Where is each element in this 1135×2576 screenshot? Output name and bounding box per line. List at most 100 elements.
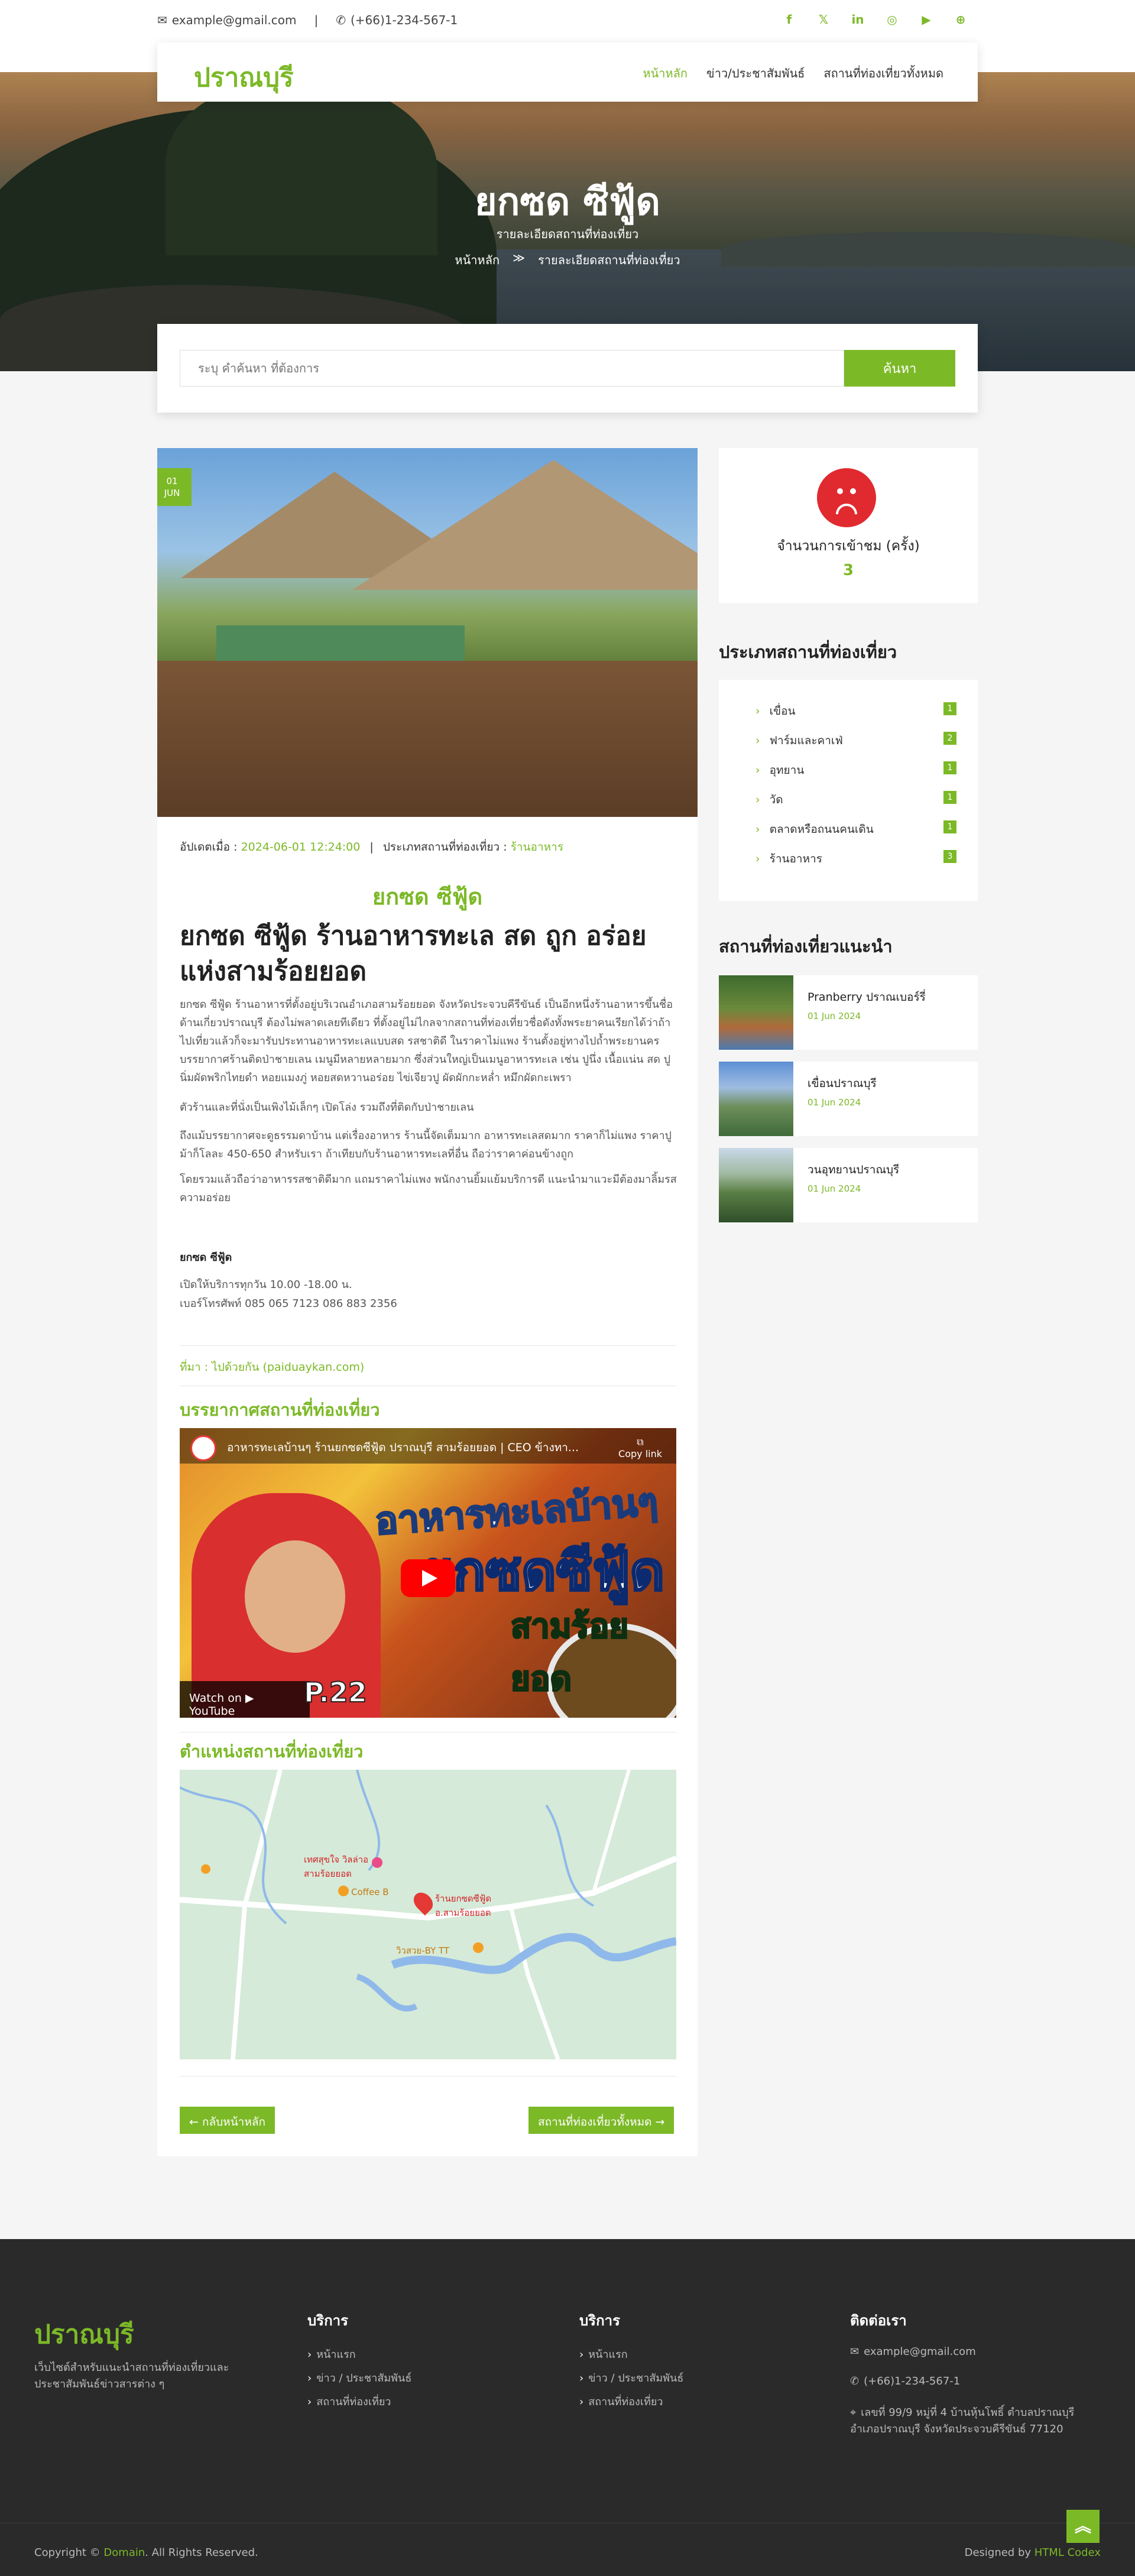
top-email[interactable]: example@gmail.com	[172, 13, 297, 27]
recommended-thumbnail	[719, 975, 793, 1050]
site-logo[interactable]: ปราณบุรี	[194, 57, 294, 98]
type-item[interactable]: › ตลาดหรือถนนคนเดิน 1	[755, 820, 956, 838]
recommended-title: สถานที่ท่องเที่ยวแนะนำ	[719, 936, 893, 956]
search-input[interactable]	[180, 350, 844, 387]
video-section-title: บรรยากาศสถานที่ท่องเที่ยว	[180, 1400, 380, 1420]
map-section-title: ตำแหน่งสถานที่ท่องเที่ยว	[180, 1741, 364, 1761]
footer-link-label: หน้าแรก	[588, 2348, 628, 2361]
x-icon[interactable]: 𝕏	[815, 11, 832, 28]
nav-home[interactable]: หน้าหลัก	[643, 64, 688, 83]
type-count: 1	[943, 702, 956, 715]
sad-face-eye	[850, 488, 856, 494]
type-item[interactable]: › ฟาร์มและคาเฟ่ 2	[755, 732, 956, 750]
recommended-item[interactable]: เขื่อนปราณบุรี 01 Jun 2024	[719, 1062, 978, 1136]
type-item[interactable]: › เขื่อน 1	[755, 702, 956, 720]
double-chevron-up-icon: ︽	[1074, 2516, 1091, 2536]
type-count: 2	[943, 732, 956, 745]
linkedin-icon[interactable]: in	[849, 11, 867, 28]
food-marker-icon[interactable]	[201, 1864, 210, 1874]
footer-col2-title: บริการ	[579, 2312, 621, 2329]
type-item[interactable]: › วัด 1	[755, 791, 956, 809]
type-count: 1	[943, 791, 956, 804]
breadcrumb-current: รายละเอียดสถานที่ท่องเที่ยว	[538, 253, 680, 267]
instagram-icon[interactable]: ◎	[883, 11, 901, 28]
chevron-right-icon: ›	[307, 2396, 312, 2408]
search-button[interactable]: ค้นหา	[844, 350, 955, 387]
category-value[interactable]: ร้านอาหาร	[511, 841, 563, 854]
youtube-icon[interactable]: ▶	[917, 11, 935, 28]
video-headline-3: สามร้อยยอด	[510, 1607, 630, 1699]
facebook-icon[interactable]: f	[780, 11, 798, 28]
site-footer: ปราณบุรี เว็บไซต์สำหรับแนะนำสถานที่ท่องเ…	[0, 2239, 1135, 2576]
sad-face-eye	[837, 488, 843, 494]
designer-link[interactable]: HTML Codex	[1035, 2546, 1101, 2559]
footer-address-text: เลขที่ 99/9 หมู่ที่ 4 บ้านหุ้นโพธิ์ ตำบล…	[850, 2406, 1075, 2435]
copyright-domain[interactable]: Domain	[103, 2546, 145, 2559]
chevron-right-icon: ›	[755, 734, 760, 747]
nav-news[interactable]: ข่าว/ประชาสัมพันธ์	[706, 64, 805, 83]
footer-link[interactable]: › หน้าแรก	[579, 2345, 628, 2363]
top-phone[interactable]: (+66)1-234-567-1	[351, 13, 458, 27]
viewpoint-marker-icon[interactable]	[473, 1942, 484, 1953]
video-ep-label: P.22	[303, 1676, 368, 1709]
recommended-item[interactable]: Pranberry ปราณเบอร์รี่ 01 Jun 2024	[719, 975, 978, 1050]
recommended-thumbnail	[719, 1062, 793, 1136]
article-card: 01 JUN อัปเดตเมื่อ : 2024-06-01 12:24:00…	[157, 448, 698, 2156]
play-button[interactable]	[401, 1559, 455, 1597]
map-label-shop: ร้านยกซดซีฟู้ด อ.สามร้อยยอด	[435, 1893, 492, 1918]
copyright: Copyright © Domain. All Rights Reserved.	[34, 2546, 258, 2559]
youtube-embed[interactable]: อาหารทะเลบ้านๆ ยกซดซีฟู้ด สามร้อยยอด อาห…	[180, 1428, 676, 1718]
footer-email[interactable]: ✉ example@gmail.com	[850, 2345, 976, 2358]
recommended-title-text: เขื่อนปราณบุรี	[808, 1077, 877, 1090]
chevron-right-icon: ›	[579, 2396, 584, 2408]
footer-logo[interactable]: ปราณบุรี	[34, 2314, 134, 2355]
footer-link-label: ข่าว / ประชาสัมพันธ์	[316, 2372, 412, 2384]
footer-phone[interactable]: ✆ (+66)1-234-567-1	[850, 2375, 960, 2387]
page-subtitle: รายละเอียดสถานที่ท่องเที่ยว	[496, 227, 639, 241]
location-map[interactable]: เทศสุขใจ วิลล่าอ สามร้อยยอด Coffee B ร้า…	[180, 1770, 676, 2059]
footer-link[interactable]: › ข่าว / ประชาสัมพันธ์	[579, 2369, 683, 2386]
recommended-title-text: วนอุทยานปราณบุรี	[808, 1163, 900, 1176]
type-count: 1	[943, 761, 956, 774]
map-label-villa: เทศสุขใจ วิลล่าอ สามร้อยยอด	[304, 1854, 369, 1879]
footer-link[interactable]: › หน้าแรก	[307, 2345, 356, 2363]
globe-icon[interactable]: ⊕	[952, 11, 969, 28]
channel-avatar[interactable]	[190, 1435, 216, 1461]
email-icon: ✉	[850, 2345, 860, 2358]
chevron-right-icon: ›	[307, 2372, 312, 2384]
chevron-right-icon: ›	[755, 705, 760, 718]
footer-description: เว็บไซต์สำหรับแนะนำสถานที่ท่องเที่ยวและป…	[34, 2361, 229, 2390]
designed-by: Designed by HTML Codex	[965, 2546, 1101, 2559]
page-title: ยกซด ซีฟู้ด	[475, 180, 660, 224]
all-attractions-button[interactable]: สถานที่ท่องเที่ยวทั้งหมด →	[528, 2107, 674, 2134]
phone-icon: ✆	[336, 13, 346, 27]
search-panel: ค้นหา	[157, 324, 978, 413]
footer-link[interactable]: › สถานที่ท่องเที่ยว	[579, 2393, 663, 2410]
divider	[180, 1345, 676, 1346]
footer-link-label: สถานที่ท่องเที่ยว	[316, 2396, 391, 2408]
cafe-marker-icon[interactable]	[338, 1886, 349, 1896]
social-links: f 𝕏 in ◎ ▶ ⊕	[780, 11, 969, 28]
date-day: 01	[166, 476, 178, 486]
phone-icon: ✆	[850, 2375, 860, 2387]
type-item[interactable]: › อุทยาน 1	[755, 761, 956, 779]
video-title[interactable]: อาหารทะเลบ้านๆ ร้านยกซดซีฟู้ด ปราณบุรี ส…	[227, 1439, 579, 1456]
article-paragraph-4: โดยรวมแล้วถือว่าอาหารรสชาติดีมาก แถมราคา…	[180, 1173, 677, 1204]
back-home-button[interactable]: ← กลับหน้าหลัก	[180, 2107, 275, 2134]
recommended-item[interactable]: วนอุทยานปราณบุรี 01 Jun 2024	[719, 1148, 978, 1222]
watch-on-youtube[interactable]: Watch on ▶ YouTube	[180, 1681, 310, 1718]
article-source[interactable]: ที่มา : ไปด้วยกัน (paiduaykan.com)	[180, 1358, 364, 1376]
footer-link-label: ข่าว / ประชาสัมพันธ์	[588, 2372, 684, 2384]
designed-prefix: Designed by	[964, 2546, 1032, 2559]
breadcrumb-home[interactable]: หน้าหลัก	[455, 251, 500, 270]
back-to-top-button[interactable]: ︽	[1066, 2510, 1100, 2543]
copy-icon: ⧉	[637, 1436, 644, 1448]
footer-link[interactable]: › สถานที่ท่องเที่ยว	[307, 2393, 391, 2410]
copy-link-button[interactable]: ⧉ Copy link	[618, 1436, 662, 1459]
recommended-thumbnail	[719, 1148, 793, 1222]
recommended-date: 01 Jun 2024	[808, 1183, 861, 1194]
type-item[interactable]: › ร้านอาหาร 3	[755, 850, 956, 868]
nav-attractions[interactable]: สถานที่ท่องเที่ยวทั้งหมด	[823, 64, 943, 83]
footer-link[interactable]: › ข่าว / ประชาสัมพันธ์	[307, 2369, 411, 2386]
sad-face-icon	[817, 468, 876, 527]
